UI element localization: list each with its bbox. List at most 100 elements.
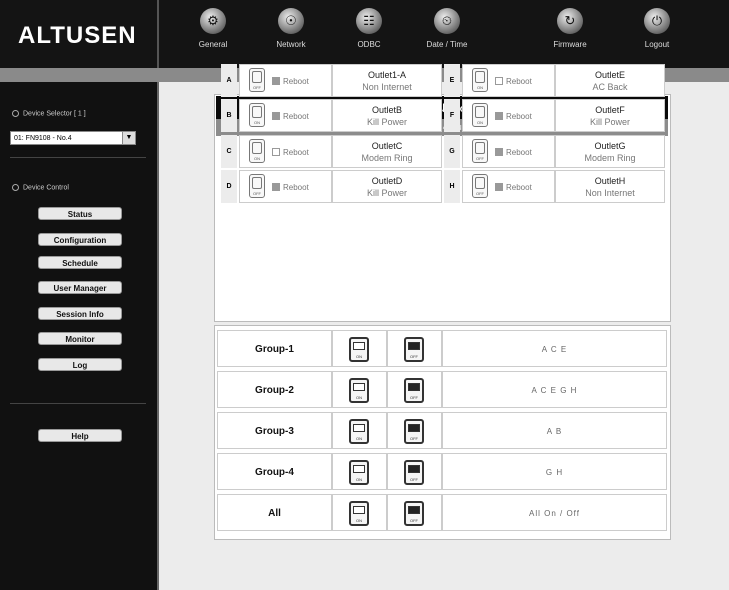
group-off-cell: OFF (387, 330, 442, 367)
reboot-checkbox[interactable] (495, 77, 503, 85)
outlet-info: OutletE AC Back (555, 64, 665, 97)
outlet-power-toggle[interactable]: ON (472, 103, 488, 127)
outlet-power-toggle[interactable]: ON (472, 68, 488, 92)
group-off-cell: OFF (387, 412, 442, 449)
group-power-on-button[interactable]: ON (349, 337, 369, 362)
outlet-icon (252, 71, 262, 83)
reboot-checkbox[interactable] (272, 183, 280, 191)
reboot-checkbox[interactable] (272, 77, 280, 85)
schedule-button[interactable]: Schedule (38, 256, 122, 269)
switch-icon (408, 424, 420, 432)
nav-date-time[interactable]: ⏲ Date / Time (412, 4, 482, 62)
status-button[interactable]: Status (38, 207, 122, 220)
outlet-state: OFF (253, 191, 261, 196)
nav-firmware[interactable]: ↻ Firmware (535, 4, 605, 62)
outlet-description: Modem Ring (584, 153, 636, 163)
outlet-power-toggle[interactable]: ON (249, 103, 265, 127)
reboot-label: Reboot (506, 148, 532, 157)
reboot-checkbox[interactable] (495, 183, 503, 191)
group-off-cell: OFF (387, 371, 442, 408)
outlet-power-toggle[interactable]: OFF (472, 174, 488, 198)
nav-logout[interactable]: ⏻ Logout (622, 4, 692, 62)
switch-icon (408, 506, 420, 514)
group-power-on-button[interactable]: ON (349, 501, 369, 526)
outlet-control: ON Reboot (462, 64, 555, 97)
nav-label: General (198, 40, 228, 49)
group-on-cell: ON (332, 494, 387, 531)
group-power-off-button[interactable]: OFF (404, 378, 424, 403)
reboot-checkbox[interactable] (495, 112, 503, 120)
switch-state-label: OFF (410, 436, 418, 441)
group-power-off-button[interactable]: OFF (404, 337, 424, 362)
monitor-button[interactable]: Monitor (38, 332, 122, 345)
outlet-control: OFF Reboot (462, 135, 555, 168)
outlet-control: OFF Reboot (462, 170, 555, 203)
group-on-cell: ON (332, 453, 387, 490)
outlet-icon (252, 177, 262, 189)
outlet-icon (252, 142, 262, 154)
reboot-label: Reboot (283, 148, 309, 157)
reboot-label: Reboot (506, 112, 532, 121)
group-power-on-button[interactable]: ON (349, 419, 369, 444)
outlet-letter: F (444, 99, 460, 132)
outlet-name: OutletF (595, 105, 625, 115)
power-status-panel: Power Status & Control Station: FN9108 -… (214, 64, 671, 322)
logout-icon: ⏻ (644, 8, 670, 34)
switch-icon (408, 383, 420, 391)
group-row: Group-2 ON OFF A C E G H (217, 371, 667, 408)
outlet-icon (475, 142, 485, 154)
group-power-on-button[interactable]: ON (349, 378, 369, 403)
switch-icon (353, 465, 365, 473)
group-power-on-button[interactable]: ON (349, 460, 369, 485)
group-row: Group-1 ON OFF A C E (217, 330, 667, 367)
log-button[interactable]: Log (38, 358, 122, 371)
outlet-letter: B (221, 99, 237, 132)
help-button[interactable]: Help (38, 429, 122, 442)
outlet-state: ON (254, 156, 260, 161)
outlet-info: OutletD Kill Power (332, 170, 442, 203)
outlet-state: OFF (476, 191, 484, 196)
group-power-off-button[interactable]: OFF (404, 501, 424, 526)
outlet-description: AC Back (592, 82, 628, 92)
switch-state-label: OFF (410, 354, 418, 359)
outlet-power-toggle[interactable]: ON (249, 139, 265, 163)
outlet-power-toggle[interactable]: OFF (472, 139, 488, 163)
session-info-button[interactable]: Session Info (38, 307, 122, 320)
logo-divider (157, 0, 159, 68)
outlet-power-toggle[interactable]: OFF (249, 174, 265, 198)
group-on-cell: ON (332, 371, 387, 408)
reboot-label: Reboot (283, 77, 309, 86)
group-row: All ON OFF All On / Off (217, 494, 667, 531)
network-icon: ☉ (278, 8, 304, 34)
reboot-checkbox[interactable] (272, 112, 280, 120)
outlet-name: OutletE (594, 70, 625, 80)
reboot-checkbox[interactable] (272, 148, 280, 156)
outlet-letter: D (221, 170, 237, 203)
group-members: A B (442, 412, 667, 449)
nav-general[interactable]: ⚙ General (178, 4, 248, 62)
group-name: Group-1 (217, 330, 332, 367)
group-off-cell: OFF (387, 494, 442, 531)
group-power-off-button[interactable]: OFF (404, 419, 424, 444)
user-manager-button[interactable]: User Manager (38, 281, 122, 294)
outlet-info: OutletF Kill Power (555, 99, 665, 132)
configuration-button[interactable]: Configuration (38, 233, 122, 246)
outlet-letter: H (444, 170, 460, 203)
nav-network[interactable]: ☉ Network (256, 4, 326, 62)
outlet-letter: C (221, 135, 237, 168)
outlet-icon (475, 106, 485, 118)
chevron-down-icon[interactable]: ▼ (122, 132, 135, 144)
top-bar: ALTUSEN ⚙ General ☉ Network ☷ ODBC ⏲ Date / Tim… (0, 0, 729, 68)
outlet-name: OutletH (594, 176, 626, 186)
device-selector-dropdown[interactable]: 01: FN9108 - No.4 ▼ (10, 131, 136, 145)
outlet-power-toggle[interactable]: OFF (249, 68, 265, 92)
outlet-name: OutletD (371, 176, 403, 186)
switch-state-label: ON (356, 518, 362, 523)
group-members: A C E G H (442, 371, 667, 408)
nav-odbc[interactable]: ☷ ODBC (334, 4, 404, 62)
group-power-off-button[interactable]: OFF (404, 460, 424, 485)
sidebar-divider (10, 403, 146, 404)
outlet-state: ON (477, 120, 483, 125)
device-control-label: Device Control (12, 184, 69, 191)
reboot-checkbox[interactable] (495, 148, 503, 156)
